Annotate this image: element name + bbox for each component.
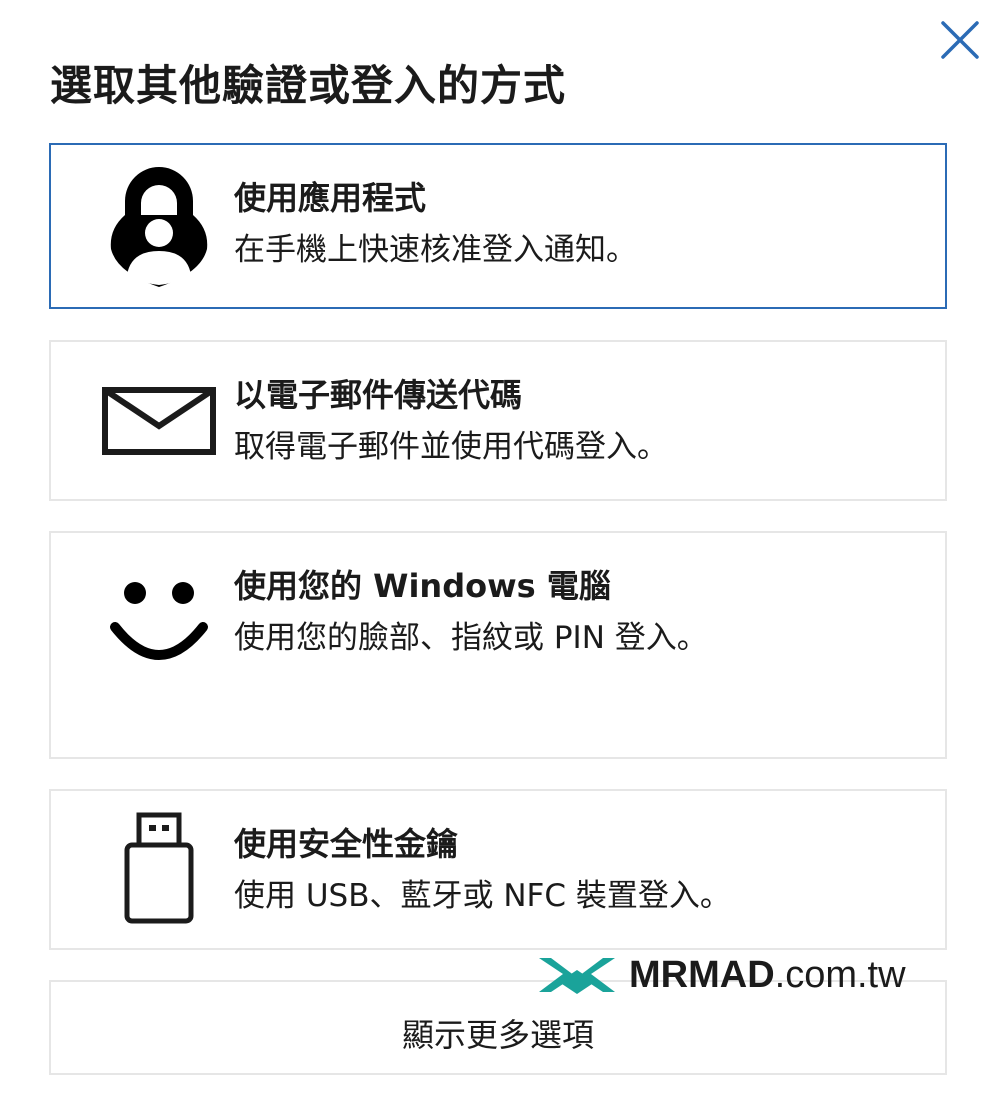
dialog-title: 選取其他驗證或登入的方式 xyxy=(50,61,567,110)
close-button[interactable] xyxy=(938,18,982,62)
option-title: 使用應用程式 xyxy=(234,179,427,217)
envelope-icon xyxy=(97,364,221,488)
option-title: 使用您的 Windows 電腦 xyxy=(234,567,611,605)
smiley-face-icon xyxy=(97,555,221,679)
watermark-brand: MRMAD xyxy=(629,954,775,996)
option-description: 在手機上快速核准登入通知。 xyxy=(234,232,637,268)
authenticator-lock-icon xyxy=(97,163,221,287)
watermark: MRMAD.com.tw xyxy=(537,950,917,1000)
option-email-code[interactable]: 以電子郵件傳送代碼 取得電子郵件並使用代碼登入。 xyxy=(49,340,947,501)
option-title: 以電子郵件傳送代碼 xyxy=(234,376,523,414)
option-authenticator-app[interactable]: 使用應用程式 在手機上快速核准登入通知。 xyxy=(49,143,947,309)
option-description: 使用您的臉部、指紋或 PIN 登入。 xyxy=(234,620,708,656)
usb-key-icon xyxy=(97,805,221,929)
option-description: 使用 USB、藍牙或 NFC 裝置登入。 xyxy=(234,878,731,914)
watermark-text: MRMAD.com.tw xyxy=(629,950,906,1000)
watermark-domain: .com.tw xyxy=(774,954,906,996)
option-security-key[interactable]: 使用安全性金鑰 使用 USB、藍牙或 NFC 裝置登入。 xyxy=(49,789,947,950)
show-more-options-label: 顯示更多選項 xyxy=(401,1016,594,1054)
option-description: 取得電子郵件並使用代碼登入。 xyxy=(234,429,668,465)
option-windows-pc[interactable]: 使用您的 Windows 電腦 使用您的臉部、指紋或 PIN 登入。 xyxy=(49,531,947,759)
option-title: 使用安全性金鑰 xyxy=(234,825,459,863)
close-icon xyxy=(941,21,979,59)
mrmad-logo-icon xyxy=(539,958,615,994)
